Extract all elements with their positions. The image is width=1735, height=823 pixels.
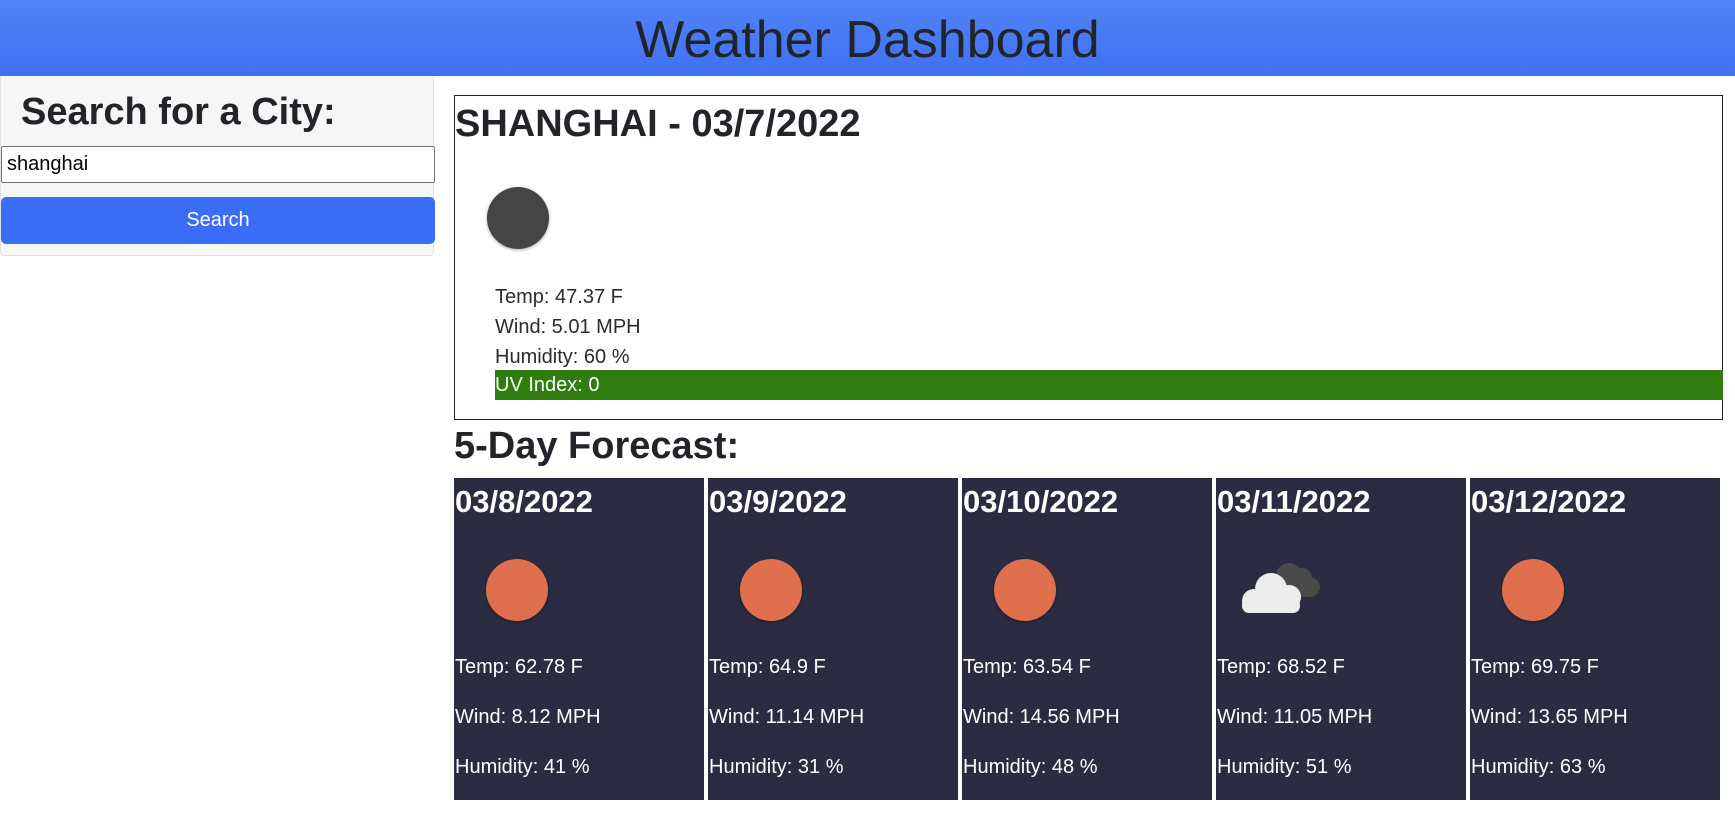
uv-index-badge: UV Index: 0: [495, 370, 1723, 400]
current-city-title: SHANGHAI - 03/7/2022: [455, 103, 861, 145]
search-panel: Search for a City: Search: [0, 76, 435, 256]
forecast-wind: Wind: 13.65 MPH: [1471, 706, 1628, 728]
current-humidity: Humidity: 60 %: [495, 346, 630, 368]
sun-icon: [486, 559, 548, 621]
dark-circle-icon: [487, 187, 549, 249]
current-weather-panel: SHANGHAI - 03/7/2022 Temp: 47.37 F Wind:…: [454, 95, 1723, 420]
forecast-temp: Temp: 68.52 F: [1217, 656, 1345, 678]
forecast-humidity: Humidity: 31 %: [709, 756, 844, 778]
forecast-card: 03/9/2022 Temp: 64.9 F Wind: 11.14 MPH H…: [708, 478, 958, 800]
forecast-date: 03/8/2022: [455, 484, 593, 519]
forecast-humidity: Humidity: 63 %: [1471, 756, 1606, 778]
forecast-wind: Wind: 14.56 MPH: [963, 706, 1120, 728]
forecast-wind: Wind: 11.05 MPH: [1217, 706, 1373, 728]
forecast-heading: 5-Day Forecast:: [454, 425, 740, 467]
cloud-icon: [1242, 563, 1320, 613]
forecast-card: 03/8/2022 Temp: 62.78 F Wind: 8.12 MPH H…: [454, 478, 704, 800]
forecast-date: 03/9/2022: [709, 484, 847, 519]
forecast-wind: Wind: 8.12 MPH: [455, 706, 601, 728]
forecast-humidity: Humidity: 51 %: [1217, 756, 1352, 778]
sun-icon: [740, 559, 802, 621]
forecast-humidity: Humidity: 41 %: [455, 756, 590, 778]
search-button[interactable]: Search: [1, 197, 435, 244]
forecast-card: 03/11/2022 Temp: 68.52 F Wind: 11.05 MPH…: [1216, 478, 1466, 800]
search-heading: Search for a City:: [21, 91, 336, 133]
sun-icon: [1502, 559, 1564, 621]
forecast-temp: Temp: 69.75 F: [1471, 656, 1599, 678]
forecast-temp: Temp: 63.54 F: [963, 656, 1091, 678]
forecast-date: 03/12/2022: [1471, 484, 1627, 519]
sun-icon: [994, 559, 1056, 621]
forecast-humidity: Humidity: 48 %: [963, 756, 1098, 778]
forecast-wind: Wind: 11.14 MPH: [709, 706, 865, 728]
forecast-temp: Temp: 62.78 F: [455, 656, 583, 678]
forecast-card: 03/12/2022 Temp: 69.75 F Wind: 13.65 MPH…: [1470, 478, 1720, 800]
current-wind: Wind: 5.01 MPH: [495, 316, 641, 338]
forecast-card: 03/10/2022 Temp: 63.54 F Wind: 14.56 MPH…: [962, 478, 1212, 800]
city-search-input[interactable]: [1, 146, 435, 183]
current-temp: Temp: 47.37 F: [495, 286, 623, 308]
page-title: Weather Dashboard: [635, 11, 1100, 69]
forecast-date: 03/11/2022: [1217, 484, 1371, 519]
forecast-temp: Temp: 64.9 F: [709, 656, 826, 678]
page-header: Weather Dashboard: [0, 0, 1735, 76]
forecast-cards: 03/8/2022 Temp: 62.78 F Wind: 8.12 MPH H…: [454, 478, 1723, 800]
forecast-date: 03/10/2022: [963, 484, 1119, 519]
